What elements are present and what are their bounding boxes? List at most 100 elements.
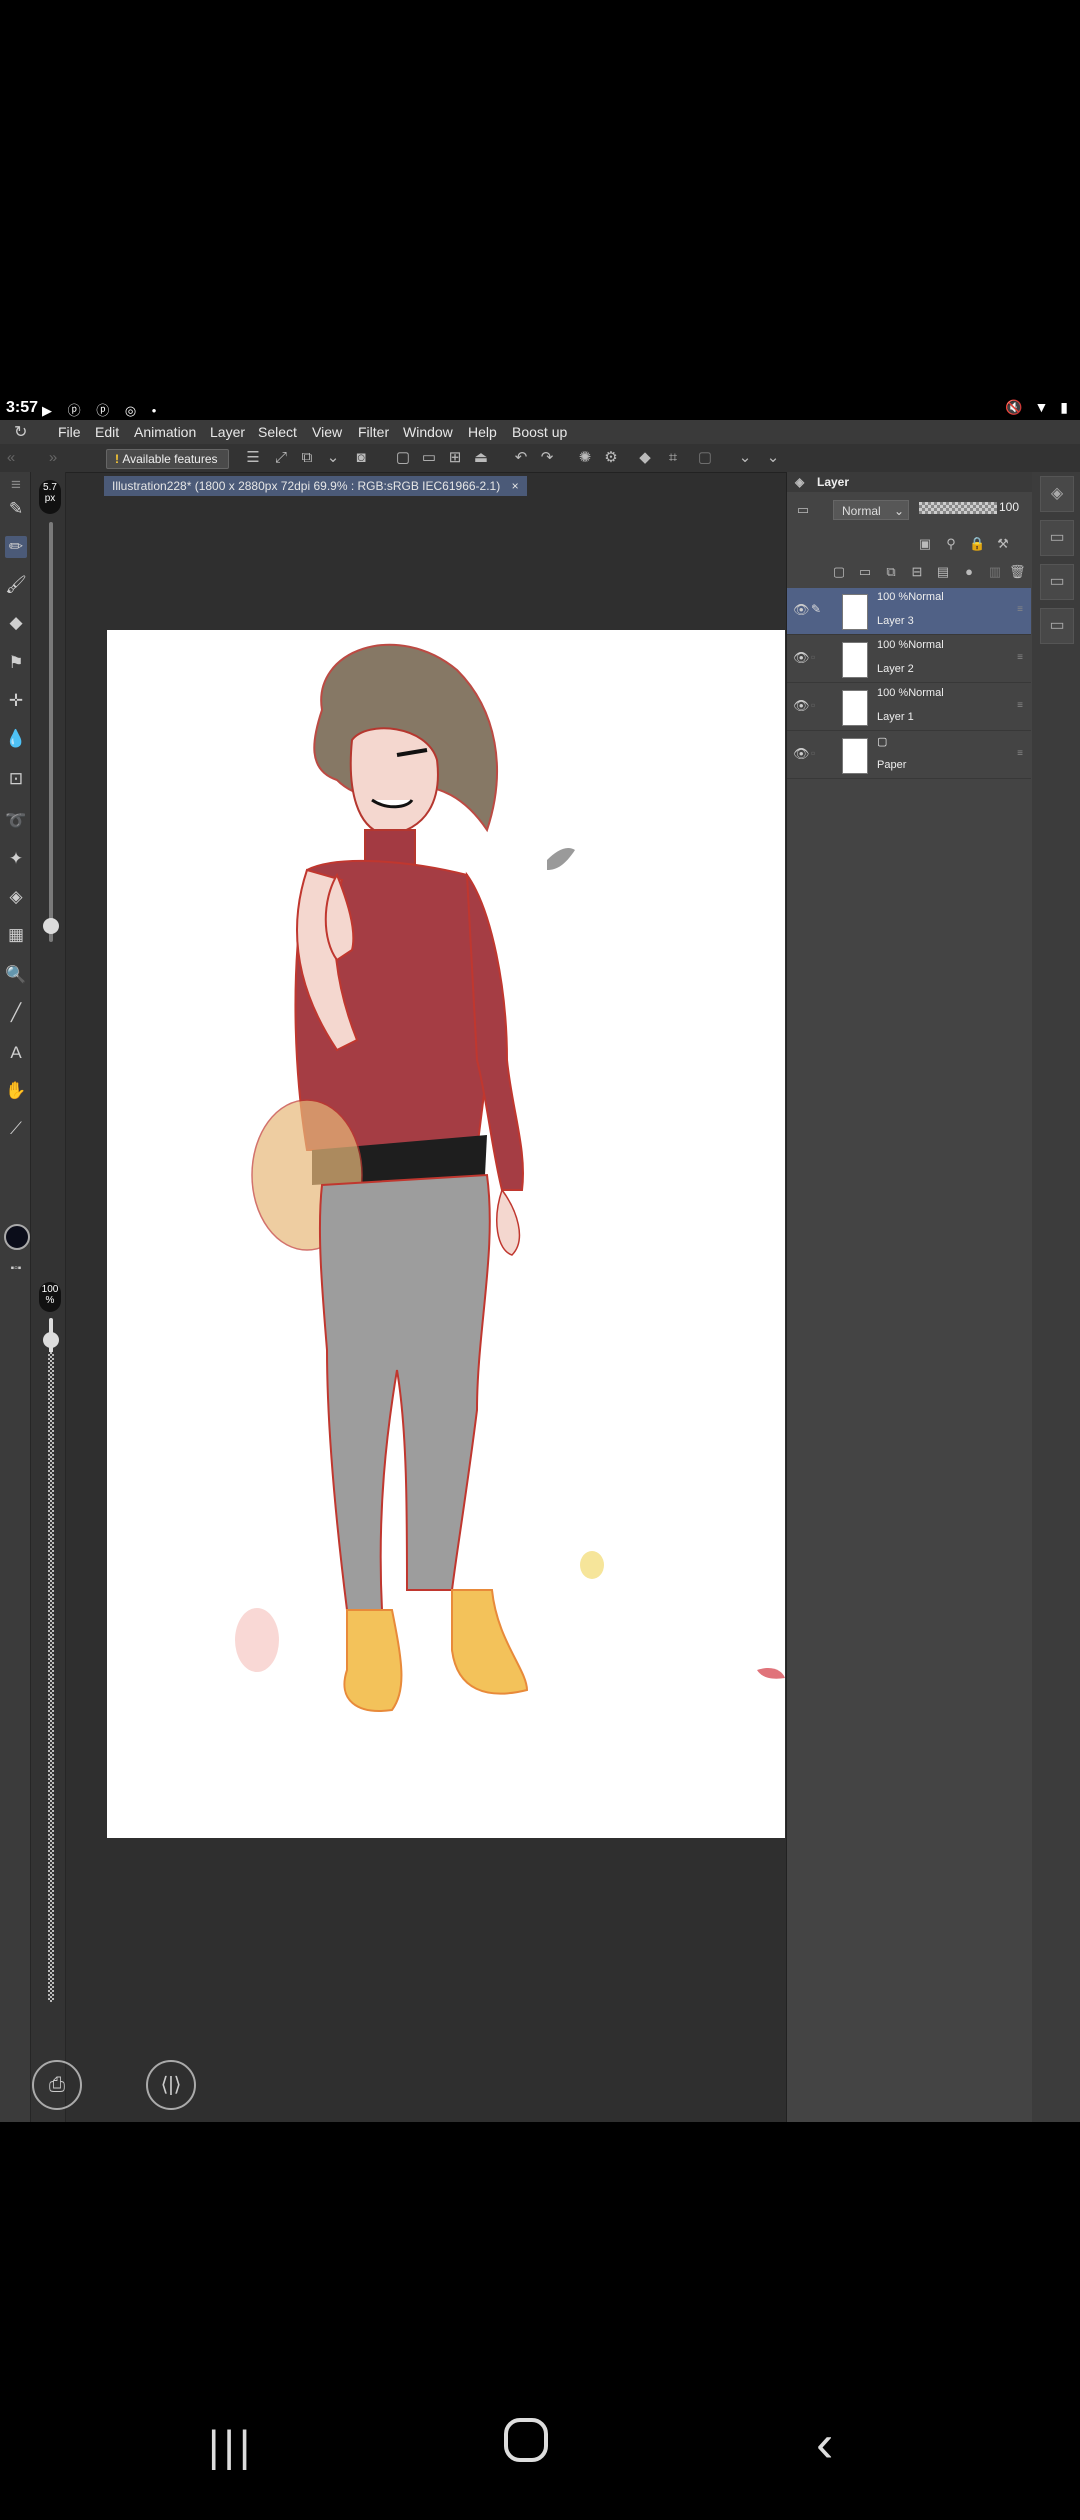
- menu-animation[interactable]: Animation: [134, 424, 196, 440]
- layer-opacity-value[interactable]: 100: [999, 500, 1019, 514]
- magic-wand-icon[interactable]: ✦: [5, 848, 27, 870]
- brush-opacity-knob[interactable]: [43, 1332, 59, 1348]
- eraser-tool-icon[interactable]: ◆: [5, 612, 27, 634]
- menu-icon[interactable]: ☰: [244, 449, 262, 467]
- layer-panel-tab-icon[interactable]: ◈: [1040, 476, 1074, 512]
- brush-size-knob[interactable]: [43, 918, 59, 934]
- blend-mode-select[interactable]: Normal ⌄: [833, 500, 909, 520]
- layer-color-icon[interactable]: ▭: [795, 502, 811, 518]
- new-folder-icon[interactable]: ▭: [857, 564, 873, 580]
- drag-handle-icon[interactable]: ≡: [1017, 652, 1023, 663]
- lasso-tool-icon[interactable]: ➰: [5, 810, 27, 832]
- duplicate-layer-icon[interactable]: ⧉: [883, 564, 899, 580]
- open-folder-icon[interactable]: ▭: [420, 449, 438, 467]
- lock-alpha-icon[interactable]: ⚒: [995, 536, 1011, 552]
- layer-row[interactable]: 👁 ▫ 100 %Normal Layer 2 ≡: [787, 636, 1031, 683]
- new-raster-layer-icon[interactable]: ▢: [831, 564, 847, 580]
- flip-canvas-button[interactable]: ⟨|⟩: [146, 2060, 196, 2110]
- camera-icon[interactable]: ◙: [352, 449, 370, 467]
- expand-chevron-icon[interactable]: ⌄: [764, 449, 782, 467]
- lock-icon[interactable]: 🔒: [969, 536, 985, 552]
- gear-icon[interactable]: ⚙: [602, 449, 620, 467]
- edit-pen-icon[interactable]: ✎: [811, 602, 825, 616]
- move-tool-icon[interactable]: ✛: [5, 690, 27, 712]
- gradient-tool-icon[interactable]: ▦: [5, 924, 27, 946]
- brush-tool-icon[interactable]: 🖌: [5, 574, 27, 596]
- fill-bucket-icon[interactable]: ◆: [636, 449, 654, 467]
- more-chevron-icon[interactable]: ⌄: [736, 449, 754, 467]
- collapse-left-icon[interactable]: «: [2, 449, 20, 467]
- collapse-right-icon[interactable]: »: [44, 449, 62, 467]
- brush-size-track[interactable]: [49, 522, 53, 942]
- loading-icon[interactable]: ✺: [576, 449, 594, 467]
- close-tab-icon[interactable]: ×: [512, 479, 519, 493]
- decoration-tool-icon[interactable]: ⚑: [5, 652, 27, 674]
- eyedropper-tool-icon[interactable]: ⟋: [5, 1118, 27, 1140]
- visibility-eye-icon[interactable]: 👁: [793, 650, 810, 665]
- edit-pen-icon[interactable]: ▫: [811, 650, 825, 664]
- drag-handle-icon[interactable]: ≡: [1017, 748, 1023, 759]
- layer-thumbnail: [842, 594, 868, 630]
- fill-tool-icon[interactable]: ◈: [5, 886, 27, 908]
- menu-help[interactable]: Help: [468, 424, 497, 440]
- menu-layer[interactable]: Layer: [210, 424, 245, 440]
- main-color-swatch[interactable]: [4, 1224, 30, 1250]
- transform-icon[interactable]: ⤢: [272, 449, 290, 467]
- apply-mask-icon[interactable]: ▥: [987, 564, 1003, 580]
- delete-layer-icon[interactable]: 🗑: [1009, 564, 1026, 580]
- available-features-button[interactable]: ! Available features: [106, 449, 229, 469]
- crop-icon[interactable]: ⌗: [664, 449, 682, 467]
- app-logo-icon[interactable]: ↻: [14, 422, 34, 441]
- menu-window[interactable]: Window: [403, 424, 453, 440]
- layer-mask-icon[interactable]: ▤: [935, 564, 951, 580]
- visibility-eye-icon[interactable]: 👁: [793, 602, 810, 617]
- layer-row[interactable]: 👁 ▫ ▢ Paper ≡: [787, 732, 1031, 779]
- pencil-tool-icon[interactable]: ✏: [5, 536, 27, 558]
- text-tool-icon[interactable]: A: [5, 1042, 27, 1064]
- back-icon[interactable]: ‹: [816, 2414, 833, 2474]
- menu-filter[interactable]: Filter: [358, 424, 389, 440]
- brush-size-readout: 5.7 px: [39, 480, 61, 514]
- menu-view[interactable]: View: [312, 424, 342, 440]
- new-file-icon[interactable]: ▢: [394, 449, 412, 467]
- panel-tab-icon[interactable]: ▭: [1040, 608, 1074, 644]
- zoom-tool-icon[interactable]: 🔍: [5, 964, 27, 986]
- menu-edit[interactable]: Edit: [95, 424, 119, 440]
- redo-icon[interactable]: ↷: [538, 449, 556, 467]
- home-icon[interactable]: [504, 2418, 548, 2462]
- transparent-color-icon[interactable]: ▪▫▪: [5, 1258, 27, 1280]
- clip-icon[interactable]: ▣: [917, 536, 933, 552]
- export-icon[interactable]: ⏏: [472, 449, 490, 467]
- panel-tab-icon[interactable]: ▭: [1040, 520, 1074, 556]
- line-tool-icon[interactable]: ╱: [5, 1002, 27, 1024]
- blend-tool-icon[interactable]: 💧: [5, 728, 27, 750]
- menu-select[interactable]: Select: [258, 424, 297, 440]
- pen-tool-icon[interactable]: ✎: [5, 498, 27, 520]
- undo-icon[interactable]: ↶: [512, 449, 530, 467]
- operation-tool-icon[interactable]: ⊡: [5, 768, 27, 790]
- visibility-eye-icon[interactable]: 👁: [793, 698, 810, 713]
- visibility-eye-icon[interactable]: 👁: [793, 746, 810, 761]
- chevron-down-icon[interactable]: ⌄: [324, 449, 342, 467]
- layer-row[interactable]: 👁 ▫ 100 %Normal Layer 1 ≡: [787, 684, 1031, 731]
- edit-pen-icon[interactable]: ▫: [811, 698, 825, 712]
- layer-opacity-slider[interactable]: [919, 502, 997, 514]
- menu-file[interactable]: File: [58, 424, 81, 440]
- scale-icon[interactable]: ⧉: [298, 449, 316, 467]
- tab-document[interactable]: Illustration228* (1800 x 2880px 72dpi 69…: [104, 476, 527, 496]
- layer-row[interactable]: 👁 ✎ 100 %Normal Layer 3 ≡: [787, 588, 1031, 635]
- recent-apps-icon[interactable]: |||: [208, 2422, 254, 2472]
- drawing-canvas[interactable]: [107, 630, 785, 1838]
- drag-handle-icon[interactable]: ≡: [1017, 604, 1023, 615]
- panel-tab-icon[interactable]: ▭: [1040, 564, 1074, 600]
- menu-boost-up[interactable]: Boost up: [512, 424, 567, 440]
- save-icon[interactable]: ⊞: [446, 449, 464, 467]
- selection-icon[interactable]: ▢: [696, 449, 714, 467]
- quick-access-button[interactable]: ⎙: [32, 2060, 82, 2110]
- reference-icon[interactable]: ⚲: [943, 536, 959, 552]
- mask-icon[interactable]: ●: [961, 564, 977, 580]
- hand-tool-icon[interactable]: ✋: [5, 1080, 27, 1102]
- merge-down-icon[interactable]: ⊟: [909, 564, 925, 580]
- drag-handle-icon[interactable]: ≡: [1017, 700, 1023, 711]
- edit-pen-icon[interactable]: ▫: [811, 746, 825, 760]
